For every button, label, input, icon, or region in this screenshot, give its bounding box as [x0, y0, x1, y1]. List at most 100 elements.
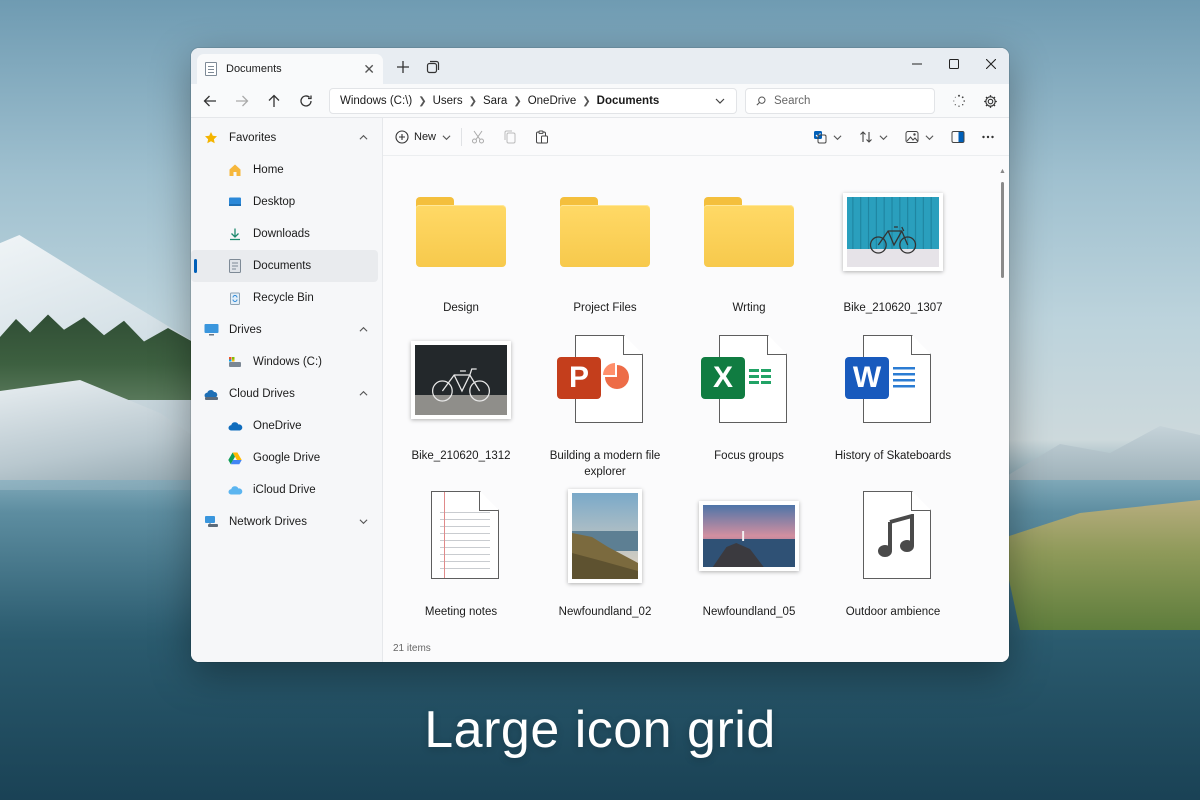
sort-button[interactable] [859, 126, 888, 148]
bike-photo-icon [415, 345, 507, 415]
maximize-button[interactable] [936, 52, 972, 76]
status-bar: 21 items [383, 634, 1009, 662]
sidebar-item-label: OneDrive [253, 420, 302, 432]
item-label: Meeting notes [424, 606, 498, 618]
sidebar-section-label: Network Drives [229, 516, 307, 528]
search-input[interactable] [774, 95, 924, 107]
vertical-scrollbar[interactable]: ▲ ▼ [999, 168, 1006, 662]
home-icon [227, 162, 243, 178]
grid-item-wrting[interactable]: Wrting [683, 182, 815, 316]
up-button[interactable] [261, 88, 287, 114]
cloud-drive-icon [203, 386, 219, 402]
grid-item-bike-1312[interactable]: Bike_210620_1312 [395, 330, 527, 464]
sidebar-item-label: Documents [253, 260, 312, 272]
more-options-button[interactable] [981, 126, 995, 148]
search-icon [756, 96, 766, 106]
view-button[interactable] [905, 126, 934, 148]
item-label: Building a modern file explorer [549, 450, 661, 478]
new-tab-button[interactable] [391, 56, 415, 78]
breadcrumb-item[interactable]: Users [433, 95, 463, 107]
chevron-down-icon[interactable] [714, 95, 726, 110]
sidebar-item-windows-c[interactable]: Windows (C:) [191, 346, 382, 378]
settings-button[interactable] [977, 88, 1003, 114]
copy-window-icon [426, 60, 440, 74]
tab-documents[interactable]: Documents ✕ [197, 54, 383, 84]
powerpoint-file-icon: P [555, 330, 655, 430]
new-button[interactable]: New [395, 126, 451, 148]
sidebar-section-favorites[interactable]: Favorites [191, 122, 382, 154]
paste-button[interactable] [535, 126, 549, 148]
spinner-icon [953, 94, 965, 107]
breadcrumb-item[interactable]: Sara [483, 95, 507, 107]
minimize-button[interactable] [899, 52, 935, 76]
scrollbar-thumb[interactable] [1001, 182, 1004, 278]
grid-item-design[interactable]: Design [395, 182, 527, 316]
forward-button[interactable] [229, 88, 255, 114]
sidebar-section-cloud-drives[interactable]: Cloud Drives [191, 378, 382, 410]
item-label: Outdoor ambience [845, 606, 941, 618]
breadcrumb-current[interactable]: Documents [597, 95, 660, 107]
copy-icon [504, 130, 516, 144]
sidebar-item-label: Desktop [253, 196, 296, 208]
search-field[interactable] [745, 88, 935, 114]
hard-drive-icon [227, 354, 243, 370]
tab-close-icon[interactable]: ✕ [363, 61, 375, 78]
chevron-right-icon: ❯ [582, 95, 591, 107]
breadcrumb-item[interactable]: OneDrive [528, 95, 577, 107]
sidebar-item-onedrive[interactable]: OneDrive [191, 410, 382, 442]
sidebar-item-downloads[interactable]: Downloads [191, 218, 382, 250]
breadcrumb-item[interactable]: Windows (C:\) [340, 95, 412, 107]
audio-file-icon [843, 486, 943, 586]
word-file-icon: W [843, 330, 943, 430]
file-explorer-window: Documents ✕ Windows (C:\) ❯ Users ❯ Sara… [191, 48, 1009, 662]
back-button[interactable] [197, 88, 223, 114]
select-button[interactable] [813, 126, 842, 148]
refresh-button[interactable] [293, 88, 319, 114]
arrow-up-icon [268, 94, 280, 107]
sidebar-item-documents[interactable]: Documents [191, 250, 378, 282]
sidebar-item-google-drive[interactable]: Google Drive [191, 442, 382, 474]
music-note-icon [878, 514, 914, 557]
sidebar-item-recycle-bin[interactable]: Recycle Bin [191, 282, 382, 314]
grid-item-outdoor-ambience[interactable]: Outdoor ambience [827, 486, 959, 620]
sidebar-item-icloud-drive[interactable]: iCloud Drive [191, 474, 382, 506]
scroll-up-icon[interactable]: ▲ [999, 168, 1006, 175]
onedrive-icon [227, 418, 243, 434]
grid-item-focus-groups[interactable]: X Focus groups [683, 330, 815, 464]
sidebar-section-label: Cloud Drives [229, 388, 295, 400]
desktop-icon [227, 194, 243, 210]
sidebar-section-network-drives[interactable]: Network Drives [191, 506, 382, 538]
duplicate-tab-button[interactable] [421, 56, 445, 78]
excel-file-icon: X [699, 330, 799, 430]
grid-item-building-modern-file-explorer[interactable]: P Building a modern file explorer [539, 330, 671, 480]
image-view-icon [905, 131, 919, 143]
chevron-right-icon: ❯ [468, 95, 478, 107]
sidebar-item-label: Downloads [253, 228, 310, 240]
chevron-up-icon[interactable] [359, 133, 368, 145]
document-icon [205, 62, 217, 76]
chevron-down-icon[interactable] [359, 517, 368, 529]
grid-item-bike-1307[interactable]: Bike_210620_1307 [827, 182, 959, 316]
toolbar-divider [461, 128, 462, 146]
close-button[interactable] [973, 52, 1009, 76]
chevron-down-icon [879, 134, 888, 140]
monitor-icon [203, 322, 219, 338]
grid-item-history-of-skateboards[interactable]: W History of Skateboards [827, 330, 959, 464]
cut-button[interactable] [471, 126, 485, 148]
details-pane-button[interactable] [951, 126, 965, 148]
sidebar-item-desktop[interactable]: Desktop [191, 186, 382, 218]
grid-item-newfoundland-02[interactable]: Newfoundland_02 [539, 486, 671, 620]
grid-item-project-files[interactable]: Project Files [539, 182, 671, 316]
grid-item-meeting-notes[interactable]: Meeting notes [395, 486, 527, 620]
image-thumbnail [843, 182, 943, 282]
grid-item-newfoundland-05[interactable]: Newfoundland_05 [683, 486, 815, 620]
chevron-up-icon[interactable] [359, 389, 368, 401]
sidebar-item-home[interactable]: Home [191, 154, 382, 186]
breadcrumb[interactable]: Windows (C:\) ❯ Users ❯ Sara ❯ OneDrive … [329, 88, 737, 114]
sidebar-section-drives[interactable]: Drives [191, 314, 382, 346]
chevron-up-icon[interactable] [359, 325, 368, 337]
recycle-bin-icon [227, 290, 243, 306]
plus-circle-icon [395, 130, 409, 144]
copy-button[interactable] [503, 126, 517, 148]
arrow-right-icon [236, 95, 249, 107]
